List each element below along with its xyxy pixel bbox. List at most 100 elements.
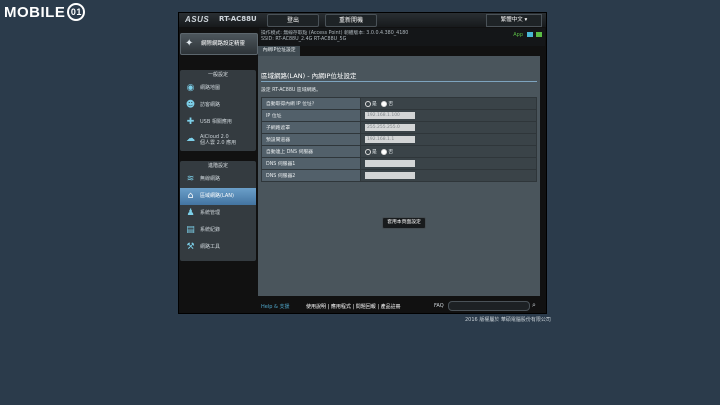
sidebar-item-aicloud[interactable]: ☁ AiCloud 2.0 個人雲 2.0 應用 <box>180 131 256 148</box>
help-link[interactable]: Help & 支援 <box>261 303 289 310</box>
row-value: 255.255.255.0 <box>360 121 537 134</box>
row-label: 自動取得內網 IP 位址？ <box>261 97 361 110</box>
faq-label: FAQ <box>434 303 444 309</box>
sidebar-item-label: 系統管理 <box>200 210 221 216</box>
wifi-icon: ≋ <box>186 174 195 184</box>
radio-yes-label: 是 <box>372 150 377 155</box>
qis-button[interactable]: ✦ 網際網路設定精靈 <box>180 33 258 55</box>
home-icon: ⌂ <box>187 191 194 201</box>
logout-button[interactable]: 登出 <box>267 14 319 27</box>
search-icon[interactable]: ⌕ <box>532 301 540 309</box>
tab-lan-ip[interactable]: 內網IP位址設定 <box>258 46 300 56</box>
table-row: 自動取得內網 IP 位址？ 是 否 <box>261 97 537 110</box>
radio-no-label: 否 <box>388 150 394 155</box>
sidebar-item-label: 網路地圖 <box>200 85 221 91</box>
mobile01-watermark: MOBILE 01 <box>4 2 86 22</box>
sidebar-item-label: 區域網路(LAN) <box>200 193 234 199</box>
sidebar-item-label: USB 相關應用 <box>200 119 232 125</box>
sidebar-item-network-map[interactable]: ◉ 網路地圖 <box>180 80 256 97</box>
general-header: 一般設定 <box>207 72 228 78</box>
user-icon: ♟ <box>186 208 195 218</box>
footer: Help & 支援 使用說明 | 應用程式 | 問題回報 | 產品註冊 FAQ … <box>258 300 545 312</box>
status-bar: 操作模式: 無線存取點 (Access Point) 韌體版本: 3.0.0.4… <box>259 28 545 46</box>
apply-button[interactable]: 套用本頁面設定 <box>382 217 426 229</box>
sidebar-item-guest-network[interactable]: ☻ 訪客網路 <box>180 97 256 114</box>
subnet-mask-input[interactable]: 255.255.255.0 <box>365 124 415 131</box>
row-label: IP 位址 <box>261 109 361 122</box>
row-label: 自動連上 DNS 伺服器 <box>261 145 361 158</box>
table-row: 預設閘道器 192.168.1.1 <box>261 133 537 146</box>
row-value: 是 否 <box>360 145 537 158</box>
model-name: RT-AC88U <box>219 15 257 23</box>
cloud-icon: ☁ <box>186 134 195 144</box>
wand-icon: ✦ <box>185 38 194 49</box>
qis-label: 網際網路設定精靈 <box>201 41 246 47</box>
sidebar: ✦ 網際網路設定精靈 一般設定 ◉ 網路地圖 ☻ 訪客網路 ✚ USB 相關應用… <box>179 28 258 313</box>
footer-links[interactable]: 使用說明 | 應用程式 | 問題回報 | 產品註冊 <box>306 303 401 310</box>
language-label: 繁體中文 <box>500 17 523 23</box>
row-value: 是 否 <box>360 97 537 110</box>
radio-no[interactable] <box>381 148 388 155</box>
row-value <box>360 157 537 170</box>
radio-yes[interactable] <box>365 100 371 107</box>
page-description: 設定 RT-AC88U 區域網路。 <box>261 88 321 93</box>
sidebar-item-lan[interactable]: ⌂ 區域網路(LAN) <box>180 188 256 205</box>
table-row: DNS 伺服器1 <box>261 157 537 170</box>
page-title: 區域網路(LAN) - 內網IP位址設定 <box>261 72 357 80</box>
sidebar-item-log[interactable]: ▤ 系統紀錄 <box>180 222 256 239</box>
table-row: IP 位址 192.168.1.100 <box>261 109 537 122</box>
log-icon: ▤ <box>186 225 195 235</box>
radio-no[interactable] <box>381 100 388 107</box>
sidebar-item-tools[interactable]: ⚒ 網路工具 <box>180 239 256 256</box>
title-divider <box>261 81 537 82</box>
row-label: DNS 伺服器2 <box>261 169 361 182</box>
radio-yes[interactable] <box>365 148 371 155</box>
radio-no-label: 否 <box>388 102 394 107</box>
network-map-icon: ◉ <box>186 83 195 93</box>
row-label: 子網路遮罩 <box>261 121 361 134</box>
sidebar-item-label: AiCloud 2.0 個人雲 2.0 應用 <box>200 134 237 146</box>
row-value: 192.168.1.100 <box>360 109 537 122</box>
sidebar-item-label: 無線網路 <box>200 176 221 182</box>
row-label: DNS 伺服器1 <box>261 157 361 170</box>
advanced-header: 進階設定 <box>207 163 228 169</box>
watermark-text: MOBILE <box>4 3 66 21</box>
table-row: 自動連上 DNS 伺服器 是 否 <box>261 145 537 158</box>
language-select[interactable]: 繁體中文 ▾ <box>486 14 542 27</box>
general-section: 一般設定 ◉ 網路地圖 ☻ 訪客網路 ✚ USB 相關應用 ☁ AiCloud … <box>180 70 256 151</box>
copyright: 2016 版權屬於 華碩電腦股份有限公司 <box>465 317 551 323</box>
advanced-section: 進階設定 ≋ 無線網路 ⌂ 區域網路(LAN) ♟ 系統管理 ▤ 系統紀錄 ⚒ … <box>180 161 256 261</box>
app-link[interactable]: App <box>513 32 523 38</box>
faq-search-input[interactable] <box>448 301 530 311</box>
dns1-input[interactable] <box>365 160 415 167</box>
gateway-input[interactable]: 192.168.1.1 <box>365 136 415 143</box>
sidebar-item-wireless[interactable]: ≋ 無線網路 <box>180 171 256 188</box>
sidebar-item-label: 系統紀錄 <box>200 227 221 233</box>
row-value: 192.168.1.1 <box>360 133 537 146</box>
sidebar-item-admin[interactable]: ♟ 系統管理 <box>180 205 256 222</box>
table-row: 子網路遮罩 255.255.255.0 <box>261 121 537 134</box>
lan-settings-table: 自動取得內網 IP 位址？ 是 否 IP 位址 192.168.1.100 子網… <box>261 97 537 182</box>
table-row: DNS 伺服器2 <box>261 169 537 182</box>
main-panel: 區域網路(LAN) - 內網IP位址設定 設定 RT-AC88U 區域網路。 自… <box>258 56 540 296</box>
dns2-input[interactable] <box>365 172 415 179</box>
watermark-suffix: 01 <box>67 3 86 21</box>
guest-icon: ☻ <box>185 100 196 110</box>
usb-icon[interactable] <box>527 32 533 37</box>
row-value <box>360 169 537 182</box>
router-window: ASUS RT-AC88U 登出 重新開機 繁體中文 ▾ 操作模式: 無線存取點… <box>178 12 547 314</box>
reboot-button[interactable]: 重新開機 <box>325 14 377 27</box>
tools-icon: ⚒ <box>186 242 195 252</box>
op-mode-line: 操作模式: 無線存取點 (Access Point) 韌體版本: 3.0.0.4… <box>261 31 409 36</box>
network-icon[interactable] <box>536 32 542 37</box>
sidebar-item-usb[interactable]: ✚ USB 相關應用 <box>180 114 256 131</box>
ssid-line: SSID: RT-AC88U_2.4G RT-AC88U_5G <box>261 37 347 42</box>
brand-logo: ASUS <box>185 15 210 24</box>
row-label: 預設閘道器 <box>261 133 361 146</box>
radio-yes-label: 是 <box>372 102 377 107</box>
puzzle-icon: ✚ <box>186 117 195 127</box>
ip-address-input[interactable]: 192.168.1.100 <box>365 112 415 119</box>
sidebar-item-label: 網路工具 <box>200 244 221 250</box>
sidebar-item-label: 訪客網路 <box>200 102 221 108</box>
top-bar: ASUS RT-AC88U 登出 重新開機 繁體中文 ▾ <box>179 13 546 27</box>
